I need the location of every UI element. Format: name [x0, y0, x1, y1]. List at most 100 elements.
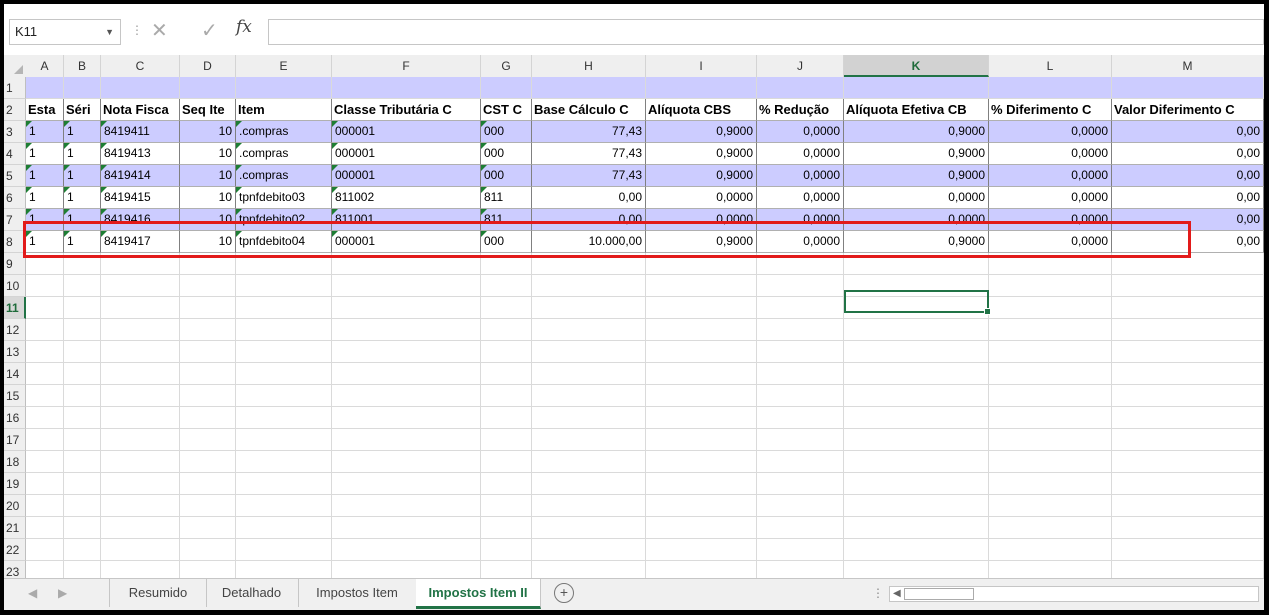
cell-l5[interactable]: 0,0000	[989, 165, 1112, 187]
row-header-19[interactable]: 19	[4, 473, 26, 495]
cell-f23[interactable]	[332, 561, 481, 578]
cell-e21[interactable]	[236, 517, 332, 539]
cell-h22[interactable]	[532, 539, 646, 561]
cell-j13[interactable]	[757, 341, 844, 363]
cell-g15[interactable]	[481, 385, 532, 407]
cell-i15[interactable]	[646, 385, 757, 407]
cell-j1[interactable]	[757, 77, 844, 99]
cell-j19[interactable]	[757, 473, 844, 495]
cell-k15[interactable]	[844, 385, 989, 407]
cell-j18[interactable]	[757, 451, 844, 473]
sheet-tab-impostos-item-ii[interactable]: Impostos Item II	[416, 579, 541, 609]
cell-h4[interactable]: 77,43	[532, 143, 646, 165]
cell-b1[interactable]	[64, 77, 101, 99]
cell-a20[interactable]	[26, 495, 64, 517]
cell-g17[interactable]	[481, 429, 532, 451]
cell-m11[interactable]	[1112, 297, 1264, 319]
cell-f20[interactable]	[332, 495, 481, 517]
cell-c14[interactable]	[101, 363, 180, 385]
cell-l4[interactable]: 0,0000	[989, 143, 1112, 165]
cell-d11[interactable]	[180, 297, 236, 319]
cell-m5[interactable]: 0,00	[1112, 165, 1264, 187]
cell-h6[interactable]: 0,00	[532, 187, 646, 209]
cell-a21[interactable]	[26, 517, 64, 539]
cell-g4[interactable]: 000	[481, 143, 532, 165]
cell-f3[interactable]: 000001	[332, 121, 481, 143]
column-header-g[interactable]: G	[481, 55, 532, 77]
cell-h11[interactable]	[532, 297, 646, 319]
cell-b19[interactable]	[64, 473, 101, 495]
cell-g19[interactable]	[481, 473, 532, 495]
cell-k20[interactable]	[844, 495, 989, 517]
cell-l23[interactable]	[989, 561, 1112, 578]
cell-m1[interactable]	[1112, 77, 1264, 99]
worksheet-grid[interactable]: ABCDEFGHIJKLM 1 2 Esta Séri Nota Fisca Seq It…	[4, 55, 1264, 578]
cell-i1[interactable]	[646, 77, 757, 99]
cell-c5[interactable]: 8419414	[101, 165, 180, 187]
cell-d2[interactable]: Seq Ite	[180, 99, 236, 121]
cell-g23[interactable]	[481, 561, 532, 578]
row-header-13[interactable]: 13	[4, 341, 26, 363]
cell-h15[interactable]	[532, 385, 646, 407]
row-header-3[interactable]: 3	[4, 121, 26, 143]
cell-b21[interactable]	[64, 517, 101, 539]
cancel-icon[interactable]: ✕	[151, 18, 168, 43]
cell-i4[interactable]: 0,9000	[646, 143, 757, 165]
sheet-tab-resumido[interactable]: Resumido	[109, 579, 207, 607]
cell-b18[interactable]	[64, 451, 101, 473]
cell-i11[interactable]	[646, 297, 757, 319]
row-header-14[interactable]: 14	[4, 363, 26, 385]
cell-l12[interactable]	[989, 319, 1112, 341]
cell-a17[interactable]	[26, 429, 64, 451]
cell-i2[interactable]: Alíquota CBS	[646, 99, 757, 121]
cell-k5[interactable]: 0,9000	[844, 165, 989, 187]
cell-g6[interactable]: 811	[481, 187, 532, 209]
cell-e19[interactable]	[236, 473, 332, 495]
cell-l16[interactable]	[989, 407, 1112, 429]
cell-m19[interactable]	[1112, 473, 1264, 495]
cell-e22[interactable]	[236, 539, 332, 561]
cell-c19[interactable]	[101, 473, 180, 495]
cell-d3[interactable]: 10	[180, 121, 236, 143]
cell-g16[interactable]	[481, 407, 532, 429]
cell-k16[interactable]	[844, 407, 989, 429]
cell-b15[interactable]	[64, 385, 101, 407]
cell-b12[interactable]	[64, 319, 101, 341]
cell-i10[interactable]	[646, 275, 757, 297]
name-box[interactable]: K11 ▼	[9, 19, 121, 45]
cell-j11[interactable]	[757, 297, 844, 319]
cell-c12[interactable]	[101, 319, 180, 341]
cell-a22[interactable]	[26, 539, 64, 561]
cell-e17[interactable]	[236, 429, 332, 451]
cell-d15[interactable]	[180, 385, 236, 407]
row-header-17[interactable]: 17	[4, 429, 26, 451]
cell-d6[interactable]: 10	[180, 187, 236, 209]
cell-h1[interactable]	[532, 77, 646, 99]
cell-m2[interactable]: Valor Diferimento C	[1112, 99, 1264, 121]
cell-f2[interactable]: Classe Tributária C	[332, 99, 481, 121]
cell-k21[interactable]	[844, 517, 989, 539]
column-header-f[interactable]: F	[332, 55, 481, 77]
cell-m16[interactable]	[1112, 407, 1264, 429]
cell-e11[interactable]	[236, 297, 332, 319]
cell-j12[interactable]	[757, 319, 844, 341]
cell-j15[interactable]	[757, 385, 844, 407]
cell-i20[interactable]	[646, 495, 757, 517]
cell-m22[interactable]	[1112, 539, 1264, 561]
cell-g3[interactable]: 000	[481, 121, 532, 143]
cell-a5[interactable]: 1	[26, 165, 64, 187]
cell-i14[interactable]	[646, 363, 757, 385]
cell-d5[interactable]: 10	[180, 165, 236, 187]
row-header-11[interactable]: 11	[4, 297, 26, 319]
cell-f21[interactable]	[332, 517, 481, 539]
cell-c2[interactable]: Nota Fisca	[101, 99, 180, 121]
cell-e3[interactable]: .compras	[236, 121, 332, 143]
cell-k23[interactable]	[844, 561, 989, 578]
cell-a2[interactable]: Esta	[26, 99, 64, 121]
row-header-12[interactable]: 12	[4, 319, 26, 341]
cell-k17[interactable]	[844, 429, 989, 451]
cell-h13[interactable]	[532, 341, 646, 363]
cell-f16[interactable]	[332, 407, 481, 429]
sheet-tab-detalhado[interactable]: Detalhado	[205, 579, 299, 607]
cell-l13[interactable]	[989, 341, 1112, 363]
